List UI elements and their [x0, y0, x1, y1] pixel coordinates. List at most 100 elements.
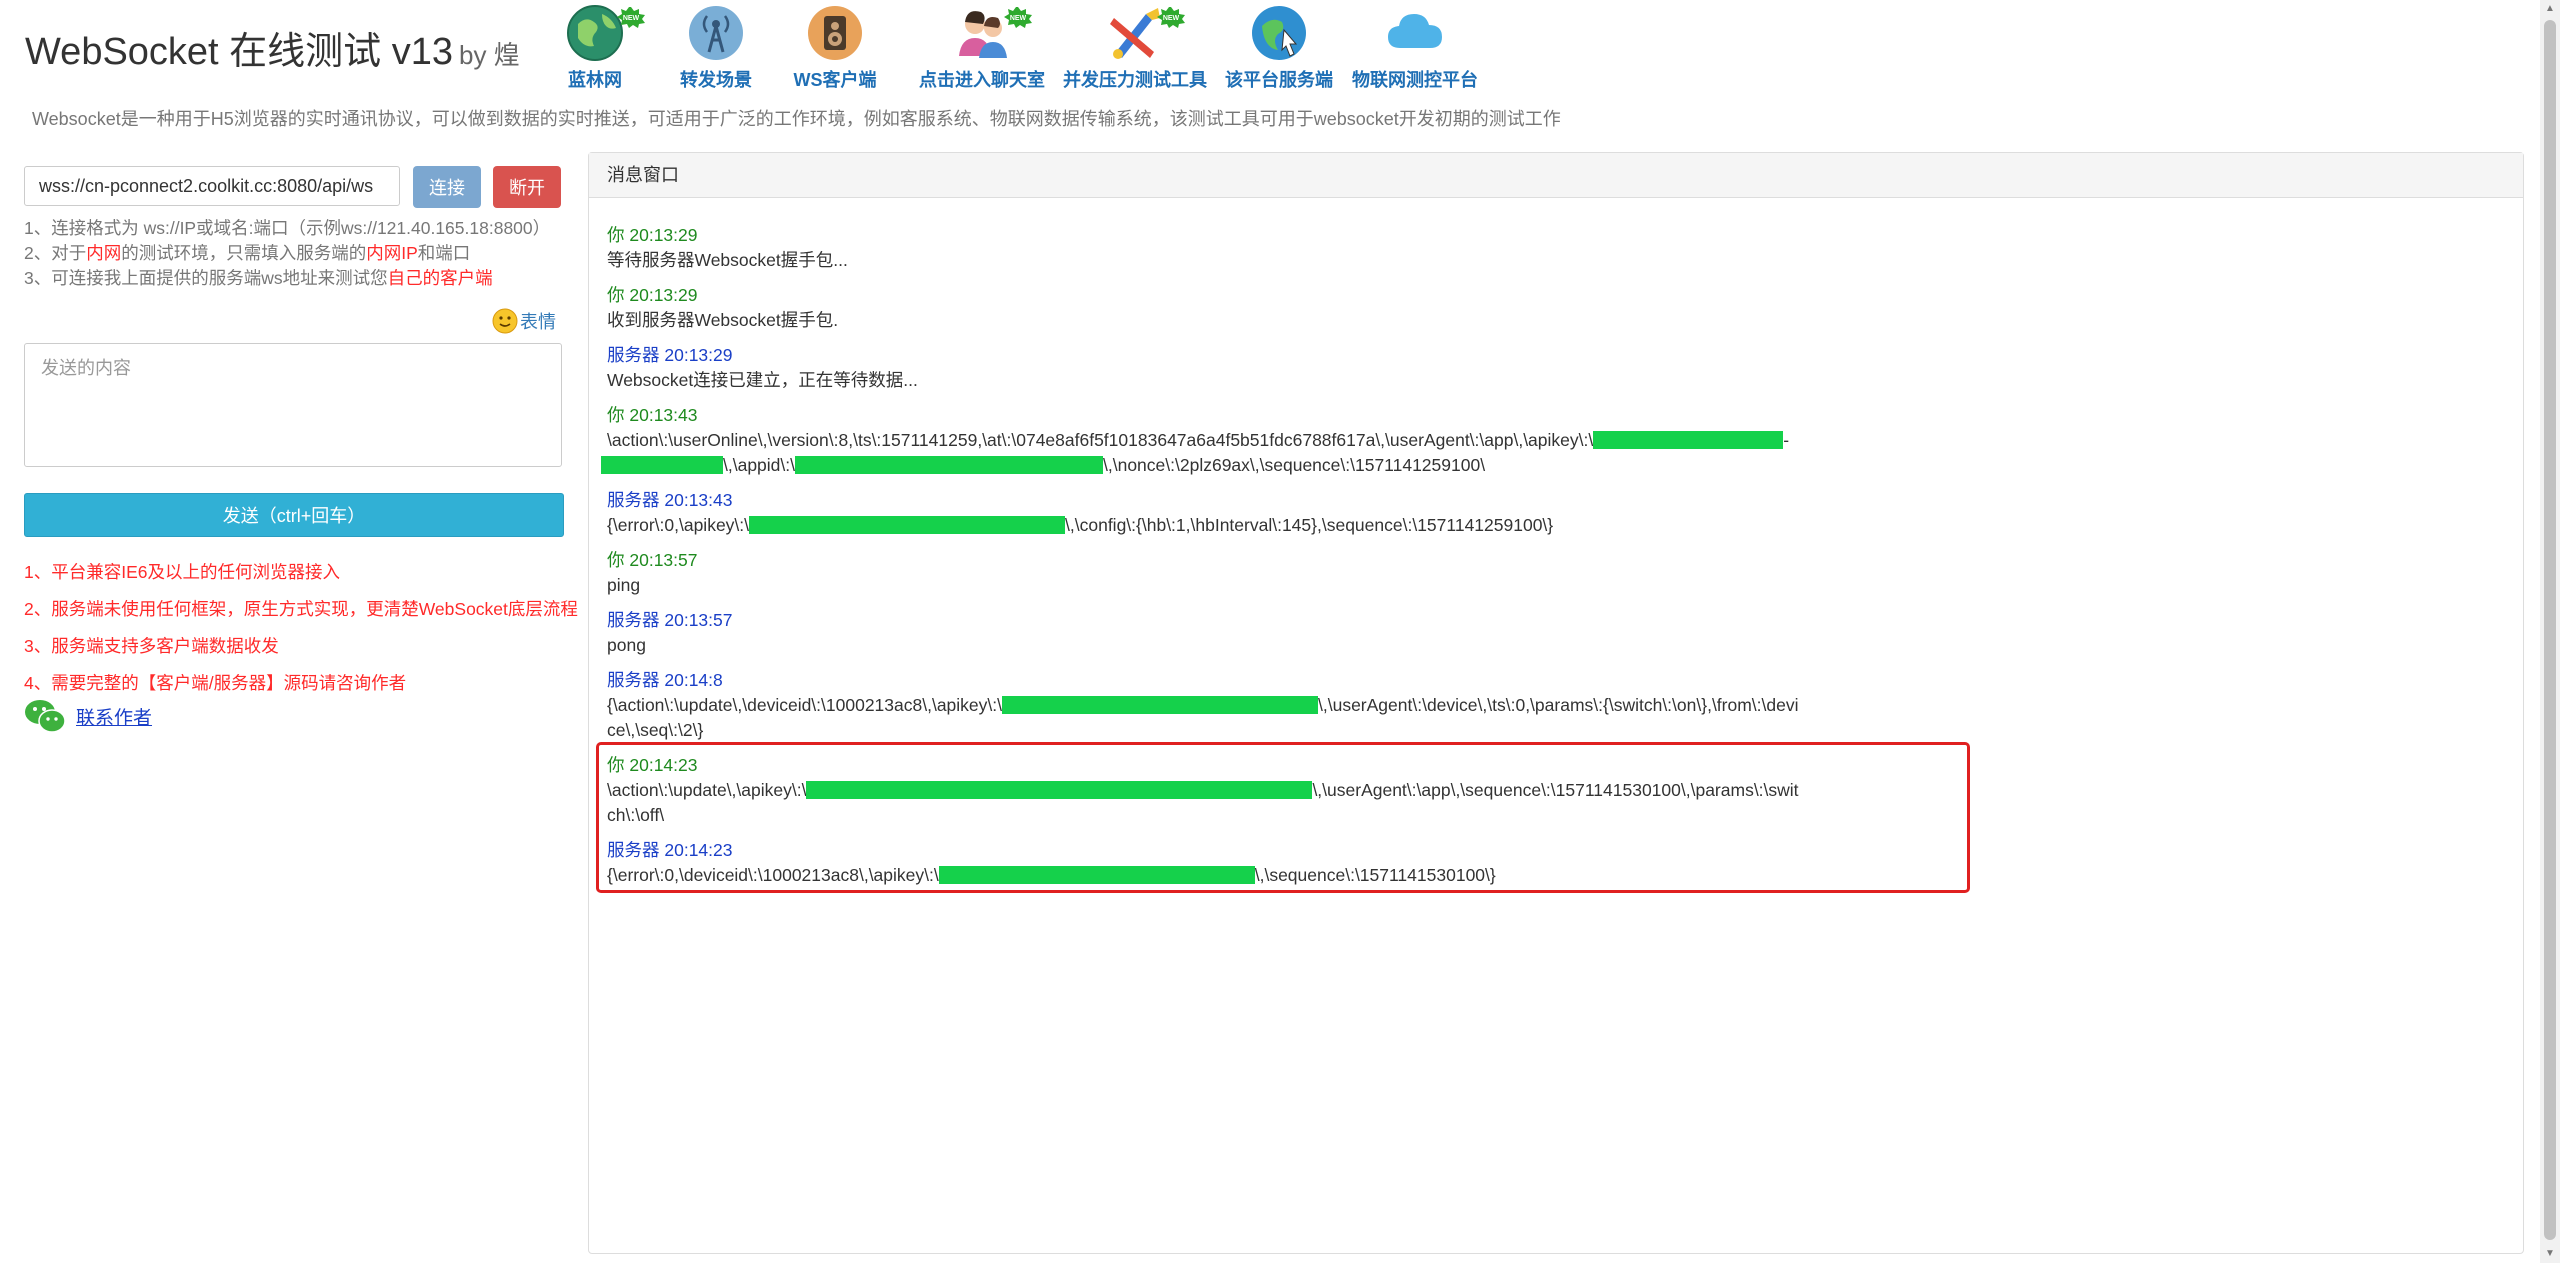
- cloud-icon: [1386, 4, 1444, 62]
- feature-list: 1、平台兼容IE6及以上的任何浏览器接入 2、服务端未使用任何框架，原生方式实现…: [24, 554, 578, 702]
- nav-label: 转发场景: [680, 70, 752, 90]
- nav-item-forward[interactable]: 转发场景: [676, 4, 756, 92]
- nav-label: 并发压力测试工具: [1063, 70, 1207, 90]
- message-window: 消息窗口 你 20:13:29 等待服务器Websocket握手包... 你 2…: [588, 152, 2524, 1254]
- tools-icon: NEW: [1106, 4, 1185, 62]
- message-meta: 你 20:13:43: [607, 405, 698, 425]
- new-badge: NEW: [1156, 6, 1186, 28]
- intro-text: Websocket是一种用于H5浏览器的实时通讯协议，可以做到数据的实时推送，可…: [32, 109, 1561, 129]
- emoji-button[interactable]: 表情: [492, 308, 556, 334]
- scroll-down-arrow-icon[interactable]: ▼: [2540, 1245, 2560, 1263]
- new-badge: NEW: [616, 6, 646, 28]
- emoji-label: 表情: [520, 312, 556, 332]
- new-badge-text: NEW: [1163, 15, 1180, 22]
- redaction-bar: [795, 456, 1103, 474]
- nav-label: 点击进入聊天室: [919, 70, 1045, 90]
- message-meta: 服务器 20:13:29: [607, 345, 733, 365]
- message-item: 你 20:13:57 ping: [607, 548, 2513, 598]
- chat-people-icon: NEW: [953, 4, 1032, 62]
- hint-highlight: 内网IP: [366, 243, 418, 263]
- disconnect-button[interactable]: 断开: [493, 166, 561, 208]
- message-text: -: [1783, 430, 1790, 450]
- message-body: \action\:\update\,\apikey\:\ \,\userAgent…: [607, 778, 1807, 828]
- message-body: Websocket连接已建立，正在等待数据...: [607, 370, 918, 390]
- message-body: {\action\:\update\,\deviceid\:\1000213ac…: [607, 693, 1807, 743]
- page-scrollbar[interactable]: ▲ ▼: [2540, 0, 2560, 1263]
- message-text: \action\:\update\,\apikey\:\: [607, 780, 807, 800]
- nav-item-chatroom[interactable]: NEW 点击进入聊天室: [912, 4, 1052, 92]
- scrollbar-thumb[interactable]: [2544, 20, 2556, 1240]
- message-item: 你 20:13:43 \action\:\userOnline\,\versio…: [601, 403, 2513, 478]
- hint-line-2: 2、对于内网的测试环境，只需填入服务端的内网IP和端口: [24, 241, 550, 266]
- redaction-bar: [806, 781, 1313, 799]
- message-item: 服务器 20:14:23 {\error\:0,\deviceid\:\1000…: [607, 838, 2513, 888]
- message-body: 等待服务器Websocket握手包...: [607, 250, 848, 270]
- new-badge-text: NEW: [1010, 15, 1027, 22]
- scroll-up-arrow-icon[interactable]: ▲: [2540, 0, 2560, 18]
- nav-item-lanlin[interactable]: NEW 蓝林网: [560, 4, 645, 92]
- site-author: by 煌: [459, 40, 520, 70]
- message-meta: 服务器 20:13:43: [607, 490, 733, 510]
- message-input[interactable]: [24, 343, 562, 467]
- site-title-text: WebSocket 在线测试 v13: [25, 31, 454, 73]
- earth-icon: NEW: [566, 4, 645, 62]
- message-list[interactable]: 你 20:13:29 等待服务器Websocket握手包... 你 20:13:…: [601, 223, 2513, 898]
- hint-text: 2、对于: [24, 243, 87, 263]
- message-meta: 你 20:13:57: [607, 550, 698, 570]
- message-body: ping: [607, 575, 641, 595]
- message-meta: 服务器 20:14:23: [607, 840, 733, 860]
- nav-item-platform-server[interactable]: 该平台服务端: [1220, 4, 1338, 92]
- message-body: {\error\:0,\deviceid\:\1000213ac8\,\apik…: [607, 863, 1807, 888]
- new-badge: NEW: [1003, 6, 1033, 28]
- message-text: {\action\:\update\,\deviceid\:\1000213ac…: [607, 695, 1002, 715]
- message-meta: 你 20:14:23: [607, 755, 698, 775]
- message-item: 服务器 20:13:57 pong: [607, 608, 2513, 658]
- hint-text: 的测试环境，只需填入服务端的: [121, 243, 367, 263]
- connect-button[interactable]: 连接: [413, 166, 481, 208]
- redaction-bar: [749, 516, 1066, 534]
- redaction-bar: [601, 456, 723, 474]
- message-item: 你 20:14:23 \action\:\update\,\apikey\:\ \…: [607, 753, 2513, 828]
- globe-cursor-icon: [1250, 4, 1308, 62]
- ws-url-input[interactable]: [24, 166, 400, 206]
- new-badge-text: NEW: [623, 15, 640, 22]
- message-item: 服务器 20:13:43 {\error\:0,\apikey\:\ \,\con…: [607, 488, 2513, 538]
- nav-label: 物联网测控平台: [1352, 70, 1478, 90]
- message-body: pong: [607, 635, 646, 655]
- nav-item-ws-client[interactable]: WS客户端: [790, 4, 880, 92]
- message-text: \,\sequence\:\1571141530100\}: [1254, 865, 1496, 885]
- feature-item: 4、需要完整的【客户端/服务器】源码请咨询作者: [24, 673, 407, 693]
- message-text: {\error\:0,\apikey\:\: [607, 515, 750, 535]
- redaction-bar: [938, 866, 1255, 884]
- message-text: {\error\:0,\deviceid\:\1000213ac8\,\apik…: [607, 865, 939, 885]
- message-item: 你 20:13:29 收到服务器Websocket握手包.: [607, 283, 2513, 333]
- message-meta: 服务器 20:13:57: [607, 610, 733, 630]
- nav-item-stress-test[interactable]: NEW 并发压力测试工具: [1062, 4, 1208, 92]
- feature-item: 3、服务端支持多客户端数据收发: [24, 636, 279, 656]
- message-body: \action\:\userOnline\,\version\:8,\ts\:1…: [601, 428, 1807, 478]
- smiley-icon: [492, 308, 518, 334]
- wechat-icon: [25, 700, 66, 733]
- redaction-bar: [1002, 696, 1318, 714]
- message-meta: 你 20:13:29: [607, 225, 698, 245]
- message-text: \,\config\:{\hb\:1,\hbInterval\:145},\se…: [1065, 515, 1554, 535]
- nav-item-iot-platform[interactable]: 物联网测控平台: [1350, 4, 1480, 92]
- message-text: \action\:\userOnline\,\version\:8,\ts\:1…: [607, 430, 1594, 450]
- redaction-bar: [1593, 431, 1784, 449]
- contact-author-link[interactable]: 联系作者: [76, 703, 152, 730]
- hint-highlight: 自己的客户端: [387, 268, 493, 288]
- antenna-icon: [687, 4, 745, 62]
- hint-highlight: 内网: [86, 243, 122, 263]
- hint-line-1: 1、连接格式为 ws://IP或域名:端口（示例ws://121.40.165.…: [24, 218, 551, 238]
- speaker-icon: [806, 4, 864, 62]
- message-meta: 你 20:13:29: [607, 285, 698, 305]
- message-body: 收到服务器Websocket握手包.: [607, 310, 839, 330]
- hint-line-3: 3、可连接我上面提供的服务端ws地址来测试您自己的客户端: [24, 266, 550, 291]
- nav-label: 该平台服务端: [1225, 70, 1333, 90]
- message-text: \,\nonce\:\2plz69ax\,\sequence\:\1571141…: [1103, 455, 1486, 475]
- send-button[interactable]: 发送（ctrl+回车）: [24, 493, 564, 537]
- message-item: 你 20:13:29 等待服务器Websocket握手包...: [607, 223, 2513, 273]
- hint-text: 3、可连接我上面提供的服务端ws地址来测试您: [24, 268, 388, 288]
- message-item: 服务器 20:14:8 {\action\:\update\,\deviceid…: [607, 668, 2513, 743]
- message-body: {\error\:0,\apikey\:\ \,\config\:{\hb\:1,…: [607, 513, 1807, 538]
